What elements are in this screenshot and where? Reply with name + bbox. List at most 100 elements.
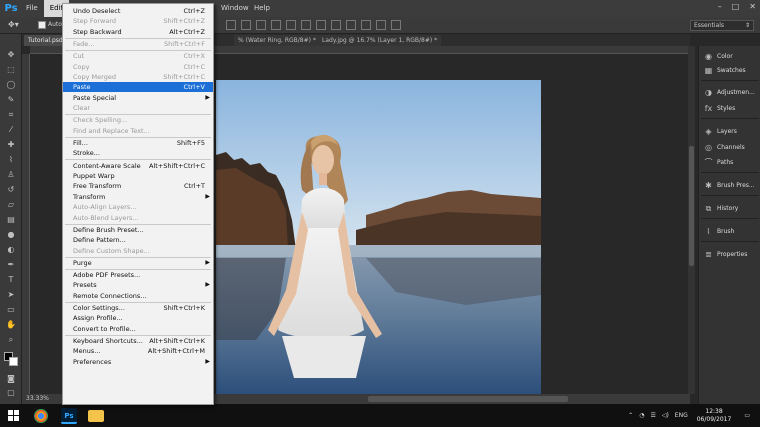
- document-canvas[interactable]: [216, 80, 541, 394]
- menu-item-assign-profile[interactable]: Assign Profile...: [63, 313, 213, 323]
- hand-icon[interactable]: ✋: [5, 320, 17, 330]
- align-center-icon[interactable]: [286, 20, 296, 30]
- notifications-icon[interactable]: ▭: [744, 412, 750, 419]
- tab-lady[interactable]: Lady.jpg @ 16.7% (Layer 1, RGB/8#) *: [318, 35, 442, 46]
- background-color-swatch[interactable]: [9, 357, 18, 366]
- dodge-icon[interactable]: ◐: [5, 245, 17, 255]
- move-tool-icon[interactable]: ✥▾: [8, 20, 22, 31]
- brush-tool-icon[interactable]: ⌇: [5, 155, 17, 165]
- distribute-top-icon[interactable]: [316, 20, 326, 30]
- volume-icon[interactable]: ◁): [662, 412, 669, 419]
- auto-select-checkbox[interactable]: [38, 21, 46, 29]
- input-language[interactable]: ENG: [675, 412, 688, 419]
- menu-item-cut[interactable]: Cut Ctrl+X: [63, 51, 213, 61]
- distribute-right-icon[interactable]: [391, 20, 401, 30]
- menu-item-menus[interactable]: Menus... Alt+Shift+Ctrl+M: [63, 346, 213, 356]
- menu-item-color-settings[interactable]: Color Settings... Shift+Ctrl+K: [63, 303, 213, 313]
- move-icon[interactable]: ✥: [5, 50, 17, 60]
- marquee-icon[interactable]: ⬚: [5, 65, 17, 75]
- minimize-icon[interactable]: –: [718, 2, 722, 11]
- tab-water-ring[interactable]: % (Water Ring, RGB/8#) *: [234, 35, 320, 46]
- menu-item-clear[interactable]: Clear: [63, 103, 213, 113]
- chrome-icon[interactable]: [34, 409, 48, 423]
- menu-file[interactable]: File: [20, 0, 44, 17]
- wifi-icon[interactable]: ☰: [650, 412, 655, 419]
- align-bottom-icon[interactable]: [256, 20, 266, 30]
- panel-color[interactable]: ◉ Color: [699, 49, 760, 63]
- maximize-icon[interactable]: □: [732, 2, 740, 11]
- menu-item-step-forward[interactable]: Step Forward Shift+Ctrl+Z: [63, 16, 213, 26]
- eraser-icon[interactable]: ▱: [5, 200, 17, 210]
- quick-mask-icon[interactable]: ◙: [5, 374, 17, 384]
- menu-item-adobe-pdf-presets[interactable]: Adobe PDF Presets...: [63, 270, 213, 280]
- menu-item-keyboard-shortcuts[interactable]: Keyboard Shortcuts... Alt+Shift+Ctrl+K: [63, 336, 213, 346]
- align-middle-icon[interactable]: [241, 20, 251, 30]
- path-select-icon[interactable]: ➤: [5, 290, 17, 300]
- horizontal-scrollbar[interactable]: [368, 396, 568, 402]
- gradient-icon[interactable]: ▤: [5, 215, 17, 225]
- menu-item-auto-align-layers[interactable]: Auto-Align Layers...: [63, 202, 213, 212]
- crop-icon[interactable]: ⌗: [5, 110, 17, 120]
- distribute-center-icon[interactable]: [376, 20, 386, 30]
- history-brush-icon[interactable]: ↺: [5, 185, 17, 195]
- eyedropper-icon[interactable]: ⁄: [5, 125, 17, 135]
- menu-item-copy-merged[interactable]: Copy Merged Shift+Ctrl+C: [63, 72, 213, 82]
- menu-item-undo-deselect[interactable]: Undo Deselect Ctrl+Z: [63, 6, 213, 16]
- quick-select-icon[interactable]: ✎: [5, 95, 17, 105]
- menu-item-puppet-warp[interactable]: Puppet Warp: [63, 171, 213, 181]
- file-explorer-icon[interactable]: [88, 410, 104, 422]
- menu-item-presets[interactable]: Presets ▶: [63, 280, 213, 290]
- menu-item-paste[interactable]: Paste Ctrl+V: [63, 82, 213, 93]
- menu-help[interactable]: Help: [248, 0, 276, 17]
- network-icon[interactable]: ◔: [639, 412, 644, 419]
- menu-item-transform[interactable]: Transform ▶: [63, 192, 213, 202]
- menu-item-convert-to-profile[interactable]: Convert to Profile...: [63, 324, 213, 334]
- menu-item-preferences[interactable]: Preferences ▶: [63, 357, 213, 367]
- healing-brush-icon[interactable]: ✚: [5, 140, 17, 150]
- zoom-level[interactable]: 33.33%: [26, 395, 49, 402]
- menu-item-content-aware-scale[interactable]: Content-Aware Scale Alt+Shift+Ctrl+C: [63, 161, 213, 171]
- chevron-up-icon[interactable]: ⌃: [628, 412, 633, 419]
- shape-icon[interactable]: ▭: [5, 305, 17, 315]
- panel-paths[interactable]: ⌒ Paths: [699, 155, 760, 169]
- tab-tutorial[interactable]: Tutorial.psd: [24, 35, 67, 46]
- distribute-left-icon[interactable]: [361, 20, 371, 30]
- blur-icon[interactable]: ●: [5, 230, 17, 240]
- menu-item-define-brush-preset[interactable]: Define Brush Preset...: [63, 225, 213, 235]
- distribute-bottom-icon[interactable]: [346, 20, 356, 30]
- menu-item-fill[interactable]: Fill... Shift+F5: [63, 138, 213, 148]
- panel-brush-presets[interactable]: ✱ Brush Pres...: [699, 178, 760, 192]
- type-icon[interactable]: T: [5, 275, 17, 285]
- menu-item-auto-blend-layers[interactable]: Auto-Blend Layers...: [63, 213, 213, 223]
- distribute-middle-icon[interactable]: [331, 20, 341, 30]
- screen-mode-icon[interactable]: ▢: [5, 388, 17, 398]
- clone-stamp-icon[interactable]: ♙: [5, 170, 17, 180]
- zoom-icon[interactable]: ⌕: [5, 335, 17, 345]
- clock[interactable]: 12:38 06/09/2017: [697, 408, 732, 424]
- pen-icon[interactable]: ✒: [5, 260, 17, 270]
- panel-properties[interactable]: ≣ Properties: [699, 247, 760, 261]
- photoshop-taskbar-icon[interactable]: Ps: [61, 408, 77, 424]
- menu-item-fade[interactable]: Fade... Shift+Ctrl+F: [63, 39, 213, 49]
- align-left-icon[interactable]: [271, 20, 281, 30]
- panel-styles[interactable]: fx Styles: [699, 101, 760, 115]
- panel-swatches[interactable]: ▦ Swatches: [699, 63, 760, 77]
- menu-item-purge[interactable]: Purge ▶: [63, 258, 213, 268]
- menu-item-stroke[interactable]: Stroke...: [63, 148, 213, 158]
- panel-brush[interactable]: ⌇ Brush: [699, 224, 760, 238]
- menu-item-step-backward[interactable]: Step Backward Alt+Ctrl+Z: [63, 27, 213, 37]
- align-top-icon[interactable]: [226, 20, 236, 30]
- windows-start-icon[interactable]: [8, 410, 19, 421]
- menu-item-remote-connections[interactable]: Remote Connections...: [63, 291, 213, 301]
- menu-item-check-spelling[interactable]: Check Spelling...: [63, 115, 213, 125]
- panel-history[interactable]: ⧉ History: [699, 201, 760, 215]
- menu-item-define-pattern[interactable]: Define Pattern...: [63, 235, 213, 245]
- close-icon[interactable]: ✕: [749, 2, 756, 11]
- align-right-icon[interactable]: [301, 20, 311, 30]
- menu-item-find-and-replace-text[interactable]: Find and Replace Text...: [63, 126, 213, 136]
- menu-item-copy[interactable]: Copy Ctrl+C: [63, 62, 213, 72]
- menu-item-free-transform[interactable]: Free Transform Ctrl+T: [63, 181, 213, 191]
- menu-item-define-custom-shape[interactable]: Define Custom Shape...: [63, 246, 213, 256]
- panel-adjustments[interactable]: ◑ Adjustmen...: [699, 85, 760, 99]
- panel-channels[interactable]: ◎ Channels: [699, 140, 760, 154]
